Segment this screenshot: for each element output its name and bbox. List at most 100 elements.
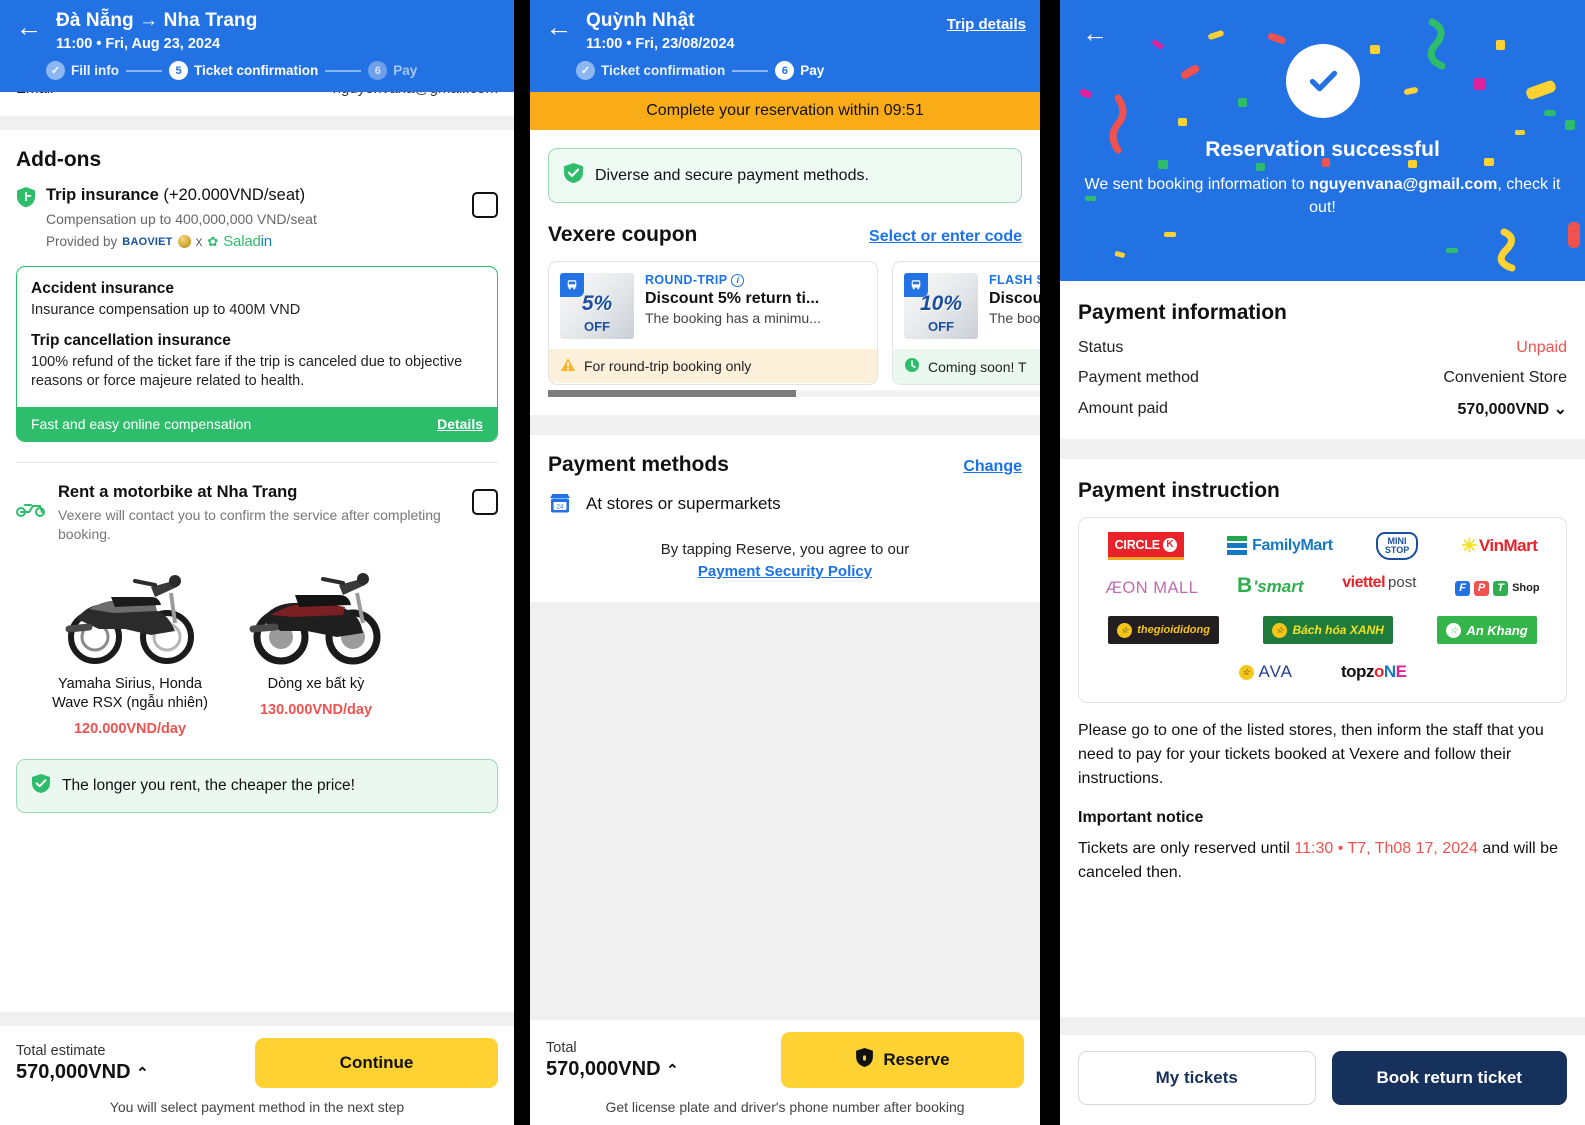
page-title: Đà Nẵng → Nha Trang — [56, 10, 258, 31]
step-label-3: Pay — [393, 63, 418, 78]
back-arrow-icon[interactable]: ← — [1082, 18, 1108, 49]
operator-name: Quỳnh Nhật — [586, 10, 695, 31]
coupon-description: The booking has a minimu... — [645, 310, 821, 326]
coupon-footer: Coming soon! T — [893, 349, 1040, 384]
coupon-title: Vexere coupon — [548, 223, 698, 246]
total-block[interactable]: Total 570,000VND ⌃ — [546, 1040, 679, 1081]
bach-hoa-xanh-logo: ☆ Bách hóa XANH — [1263, 616, 1393, 644]
my-tickets-button[interactable]: My tickets — [1078, 1051, 1316, 1105]
step-ticket-confirmation[interactable]: ✓ Ticket confirmation — [576, 61, 725, 80]
payment-instruction-section: Payment instruction CIRCLE K FamilyMart M… — [1060, 459, 1585, 885]
motorbike-icon — [16, 497, 48, 523]
aeon-mall-logo: ÆON MALL — [1105, 578, 1199, 597]
insurance-details-card: Accident insurance Insurance compensatio… — [16, 266, 498, 442]
change-payment-method-link[interactable]: Change — [963, 458, 1022, 476]
coupon-card[interactable]: 5% OFF ROUND-TRIP i Discount 5% return t… — [548, 261, 878, 385]
payment-instruction-paragraph: Please go to one of the listed stores, t… — [1078, 722, 1544, 787]
step-pay[interactable]: 6 Pay — [368, 61, 417, 80]
reserve-button-label: Reserve — [883, 1050, 950, 1069]
insurance-details-link[interactable]: Details — [437, 416, 483, 432]
step-label-1: Ticket confirmation — [601, 63, 726, 78]
amount-paid-label: Amount paid — [1078, 400, 1168, 417]
baoviet-globe-icon — [177, 235, 191, 248]
continue-button[interactable]: Continue — [255, 1038, 498, 1088]
motorbike-option[interactable]: Dòng xe bất kỳ 130.000VND/day — [236, 553, 396, 737]
step-ticket-confirmation[interactable]: 5 Ticket confirmation — [169, 61, 318, 80]
panel-ticket-confirmation: ← Đà Nẵng → Nha Trang 11:00 • Fri, Aug 2… — [0, 0, 514, 1125]
back-arrow-icon[interactable]: ← — [14, 14, 44, 41]
secure-payment-text: Diverse and secure payment methods. — [595, 166, 869, 184]
motorbike-option[interactable]: Yamaha Sirius, Honda Wave RSX (ngẫu nhiê… — [50, 553, 210, 737]
reservation-deadline: 11:30 • T7, Th08 17, 2024 — [1294, 840, 1478, 857]
viettel-post-logo: viettel post — [1342, 574, 1417, 591]
chevron-up-icon[interactable]: ⌃ — [666, 1062, 679, 1079]
important-notice-text: Tickets are only reserved until 11:30 • … — [1078, 840, 1558, 881]
panel2-content: Diverse and secure payment methods. Vexe… — [530, 130, 1040, 1020]
coupon-header: Vexere coupon Select or enter code — [530, 203, 1040, 247]
payment-instruction-title: Payment instruction — [1078, 479, 1280, 502]
coupon-carousel[interactable]: 5% OFF ROUND-TRIP i Discount 5% return t… — [530, 247, 1040, 385]
step-pay[interactable]: 6 Pay — [775, 61, 824, 80]
store-logo-row: ☆ thegioididong ☆ Bách hóa XANH ☆ An Khang — [1089, 616, 1556, 644]
amount-paid-value: 570,000VND ⌄ — [1457, 401, 1567, 418]
coupon-art: 5% OFF — [560, 273, 634, 339]
fpt-shop-logo: F P T Shop — [1455, 574, 1540, 602]
info-icon[interactable]: i — [731, 273, 745, 287]
trip-details-link[interactable]: Trip details — [947, 16, 1026, 33]
coupon-card[interactable]: 10% OFF FLASH SALE Discount 10%... The b… — [892, 261, 1040, 385]
payment-security-policy-link[interactable]: Payment Security Policy — [530, 563, 1040, 580]
circle-k-logo: CIRCLE K — [1107, 532, 1184, 560]
coupon-name: Discount 10%... — [989, 290, 1040, 307]
panel-payment: ← Quỳnh Nhật 11:00 • Fri, 23/08/2024 Tri… — [530, 0, 1040, 1125]
coupon-percent: 10% — [919, 292, 963, 315]
step-badge-3: 6 — [368, 61, 388, 80]
motorbike-checkbox[interactable] — [472, 488, 498, 515]
reserve-button[interactable]: Reserve — [781, 1032, 1024, 1088]
confirmation-email: nguyenvana@gmail.com — [1309, 176, 1498, 193]
store-24h-icon: 24 — [548, 493, 572, 515]
payment-information-section: Payment information Status Unpaid Paymen… — [1060, 281, 1585, 431]
book-return-ticket-button[interactable]: Book return ticket — [1331, 1051, 1567, 1105]
shield-check-icon — [31, 773, 51, 799]
progress-steps: ✓ Ticket confirmation 6 Pay — [544, 61, 1026, 80]
trip-insurance-row[interactable]: Trip insurance (+20.000VND/seat) Compens… — [16, 186, 498, 250]
chevron-down-icon[interactable]: ⌄ — [1554, 401, 1567, 418]
amount-paid-row[interactable]: Amount paid 570,000VND ⌄ — [1078, 399, 1567, 419]
topzone-logo: topz o N E — [1341, 662, 1407, 681]
step-connector — [126, 69, 162, 72]
select-or-enter-code-link[interactable]: Select or enter code — [869, 228, 1022, 246]
spacer — [0, 813, 514, 1012]
saladin-leaf-icon: ✿ — [207, 233, 219, 249]
payment-method-value: Convenient Store — [1443, 369, 1567, 386]
coupon-footer-text: For round-trip booking only — [584, 358, 752, 374]
step-badge-2: 5 — [169, 61, 188, 80]
addons-title: Add-ons — [16, 148, 102, 171]
accident-insurance-heading: Accident insurance — [31, 280, 174, 297]
motorbike-photo-sirius — [50, 553, 210, 671]
divider — [16, 461, 498, 463]
panel2-footer-note: Get license plate and driver's phone num… — [605, 1099, 965, 1115]
panel-reservation-success: ← Reservation successful We sent booking… — [1060, 0, 1585, 1125]
motorbike-row[interactable]: Rent a motorbike at Nha Trang Vexere wil… — [16, 483, 498, 544]
ministop-logo: MINI STOP — [1375, 532, 1419, 560]
step-fill-info[interactable]: ✓ Fill info — [46, 61, 119, 80]
agreement-text: By tapping Reserve, you agree to our Pay… — [530, 541, 1040, 580]
coupon-footer: For round-trip booking only — [549, 349, 877, 383]
provider-separator: x — [195, 234, 203, 249]
success-subtitle: We sent booking information to nguyenvan… — [1084, 176, 1561, 217]
motorbike-option-price: 120.000VND/day — [73, 721, 187, 738]
panel2-footer: Total 570,000VND ⌃ Reserve Get license p… — [530, 1020, 1040, 1125]
chevron-up-icon[interactable]: ⌃ — [136, 1065, 149, 1082]
coupon-scrollbar-thumb[interactable] — [548, 390, 796, 397]
coupon-name: Discount 5% return ti... — [645, 290, 820, 307]
trip-insurance-checkbox[interactable] — [472, 192, 498, 218]
selected-payment-method[interactable]: 24 At stores or supermarkets — [530, 477, 1040, 515]
trip-insurance-price: (+20.000VND/seat) — [163, 186, 306, 204]
cancellation-insurance-heading: Trip cancellation insurance — [31, 331, 231, 349]
shield-check-icon — [563, 162, 584, 189]
reservation-countdown: Complete your reservation within 09:51 — [530, 92, 1040, 130]
back-arrow-icon[interactable]: ← — [544, 14, 574, 41]
total-estimate-block[interactable]: Total estimate 570,000VND ⌃ — [16, 1043, 149, 1084]
rent-tip-banner: The longer you rent, the cheaper the pri… — [16, 759, 498, 814]
coupon-scrollbar[interactable] — [548, 390, 1040, 397]
